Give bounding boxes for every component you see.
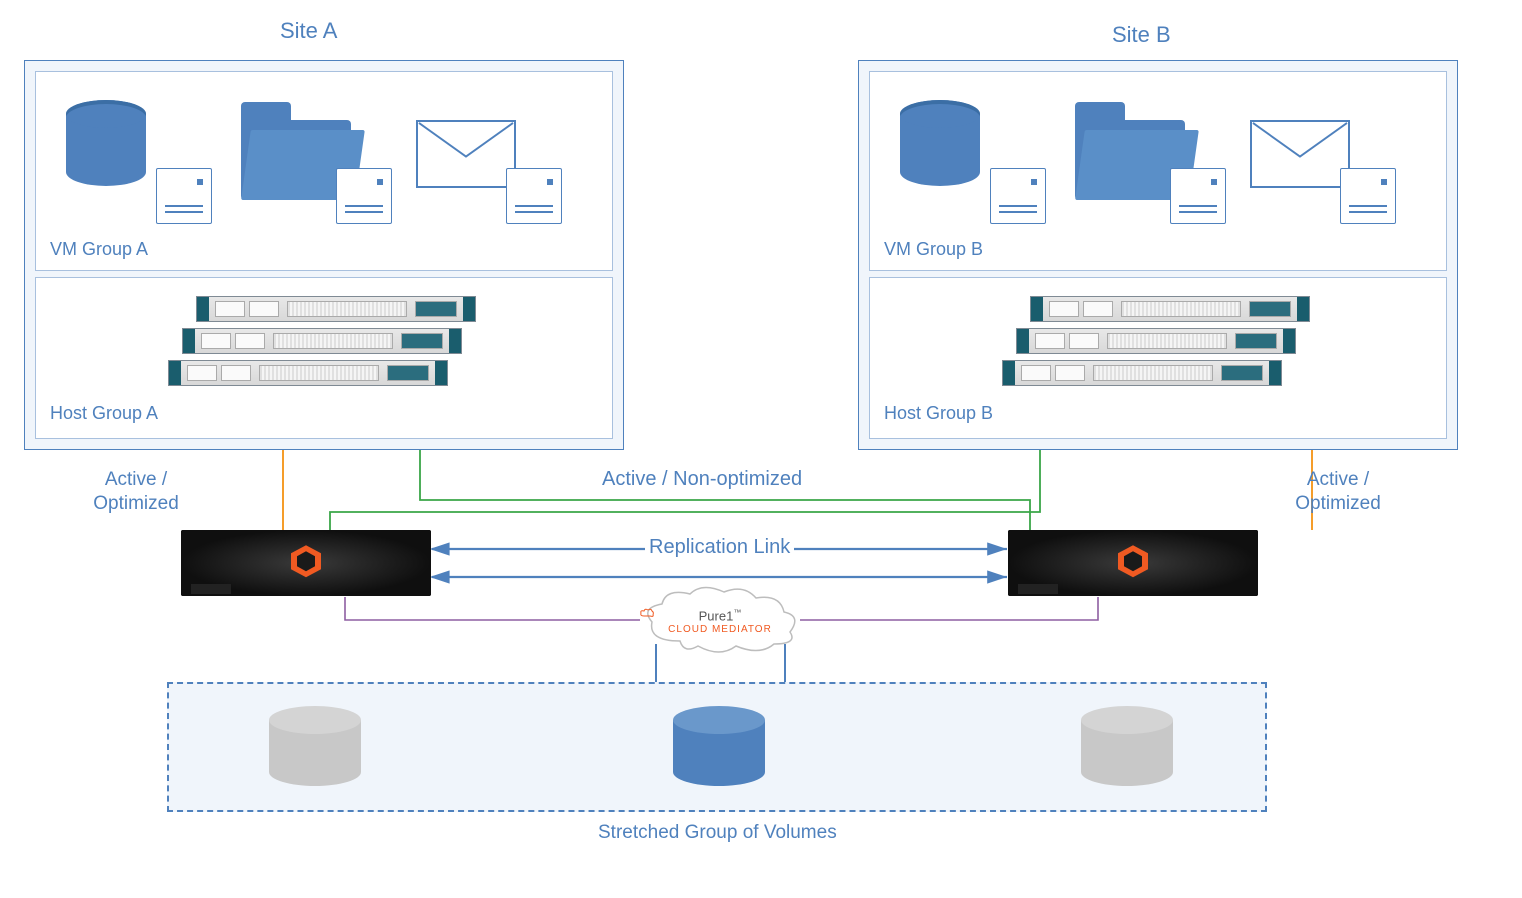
server-rack-icon — [196, 296, 476, 322]
host-icon — [506, 168, 562, 224]
active-non-optimized-label: Active / Non-optimized — [598, 468, 806, 491]
database-icon — [66, 100, 146, 186]
host-group-b-box: Host Group B — [869, 277, 1447, 439]
folder-icon — [241, 120, 351, 200]
site-a-title: Site A — [280, 18, 337, 44]
pure-logo-icon — [288, 543, 324, 579]
cloud-mediator: Pure1™ CLOUD MEDIATOR — [640, 586, 800, 656]
vm-group-a-box: VM Group A — [35, 71, 613, 271]
database-icon — [900, 100, 980, 186]
host-group-a-label: Host Group A — [50, 403, 158, 424]
storage-array-a — [181, 530, 431, 596]
volume-cylinder-icon — [269, 706, 361, 786]
host-icon — [990, 168, 1046, 224]
server-rack-icon — [168, 360, 448, 386]
storage-array-b — [1008, 530, 1258, 596]
site-b-title: Site B — [1112, 22, 1171, 48]
server-rack-icon — [1002, 360, 1282, 386]
server-rack-icon — [1016, 328, 1296, 354]
host-icon — [336, 168, 392, 224]
volume-cylinder-icon — [673, 706, 765, 786]
stretched-volumes-box — [167, 682, 1267, 812]
site-a-container: VM Group A Host Group A — [24, 60, 624, 450]
host-group-a-box: Host Group A — [35, 277, 613, 439]
stretched-label: Stretched Group of Volumes — [598, 822, 837, 844]
site-b-container: VM Group B Host Group B — [858, 60, 1458, 450]
host-icon — [1340, 168, 1396, 224]
host-icon — [1170, 168, 1226, 224]
vm-group-b-box: VM Group B — [869, 71, 1447, 271]
folder-icon — [1075, 120, 1185, 200]
active-optimized-a-label: Active / Optimized — [76, 468, 196, 516]
active-optimized-b-label: Active / Optimized — [1278, 468, 1398, 516]
replication-link-label: Replication Link — [645, 536, 794, 559]
mediator-brand: Pure1™ — [699, 608, 742, 623]
mail-icon — [1250, 120, 1350, 188]
host-icon — [156, 168, 212, 224]
server-rack-icon — [1030, 296, 1310, 322]
mail-icon — [416, 120, 516, 188]
host-group-b-label: Host Group B — [884, 403, 993, 424]
cloud-small-icon — [640, 608, 654, 618]
volume-cylinder-icon — [1081, 706, 1173, 786]
vm-group-a-label: VM Group A — [50, 239, 148, 260]
vm-group-b-label: VM Group B — [884, 239, 983, 260]
server-rack-icon — [182, 328, 462, 354]
pure-logo-icon — [1115, 543, 1151, 579]
mediator-sub: CLOUD MEDIATOR — [640, 624, 800, 635]
